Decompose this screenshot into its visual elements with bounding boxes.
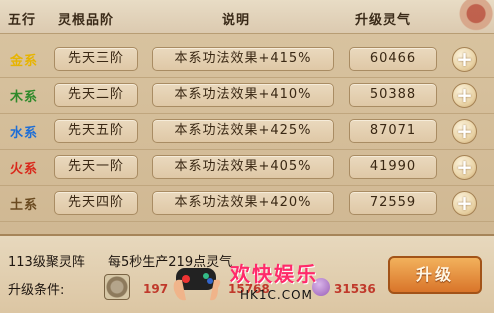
- upgrade-plus-button[interactable]: +: [452, 47, 477, 72]
- table-row: 土系 先天四阶 本系功法效果+420% 72559 +: [0, 186, 494, 222]
- material-item-icon[interactable]: [104, 274, 130, 300]
- spirit-root-panel: 五行 灵根品阶 说明 升级灵气 金系 先天三阶 本系功法效果+415% 6046…: [0, 0, 494, 313]
- description-pill: 本系功法效果+405%: [152, 155, 334, 179]
- element-label: 土系: [10, 198, 39, 213]
- rank-pill: 先天五阶: [54, 119, 138, 143]
- element-label: 木系: [10, 90, 39, 105]
- upgrade-plus-button[interactable]: +: [452, 155, 477, 180]
- upgrade-qi-pill: 87071: [349, 119, 437, 143]
- element-label: 金系: [10, 54, 39, 69]
- upgrade-qi-pill: 50388: [349, 83, 437, 107]
- table-row: 水系 先天五阶 本系功法效果+425% 87071 +: [0, 114, 494, 150]
- watermark-text: 欢快娱乐: [230, 262, 318, 286]
- formation-level: 113级聚灵阵: [8, 255, 85, 270]
- header-description: 说明: [222, 13, 251, 28]
- description-pill: 本系功法效果+420%: [152, 191, 334, 215]
- description-pill: 本系功法效果+425%: [152, 119, 334, 143]
- upgrade-plus-button[interactable]: +: [452, 191, 477, 216]
- upgrade-button[interactable]: 升级: [388, 256, 482, 294]
- table-row: 木系 先天二阶 本系功法效果+410% 50388 +: [0, 78, 494, 114]
- upgrade-qi-pill: 72559: [349, 191, 437, 215]
- description-pill: 本系功法效果+415%: [152, 47, 334, 71]
- header-element: 五行: [8, 13, 37, 28]
- cost-spirit-qi: 31536: [334, 282, 376, 296]
- upgrade-condition-label: 升级条件:: [8, 283, 65, 298]
- table-row: 火系 先天一阶 本系功法效果+405% 41990 +: [0, 150, 494, 186]
- rank-pill: 先天一阶: [54, 155, 138, 179]
- upgrade-qi-pill: 60466: [349, 47, 437, 71]
- table-header: 五行 灵根品阶 说明 升级灵气: [0, 0, 494, 34]
- watermark-url: HK1C.COM: [240, 288, 313, 302]
- element-label: 火系: [10, 162, 39, 177]
- gamepad-hand-icon: [173, 268, 221, 301]
- upgrade-plus-button[interactable]: +: [452, 83, 477, 108]
- rank-pill: 先天四阶: [54, 191, 138, 215]
- upgrade-plus-button[interactable]: +: [452, 119, 477, 144]
- header-rank: 灵根品阶: [58, 13, 115, 28]
- corner-ornament-icon: [430, 0, 494, 34]
- rank-pill: 先天二阶: [54, 83, 138, 107]
- cost-material: 197: [143, 282, 169, 296]
- element-label: 水系: [10, 126, 39, 141]
- rank-pill: 先天三阶: [54, 47, 138, 71]
- table-row: 金系 先天三阶 本系功法效果+415% 60466 +: [0, 42, 494, 78]
- description-pill: 本系功法效果+410%: [152, 83, 334, 107]
- header-upgrade-qi: 升级灵气: [355, 13, 412, 28]
- upgrade-qi-pill: 41990: [349, 155, 437, 179]
